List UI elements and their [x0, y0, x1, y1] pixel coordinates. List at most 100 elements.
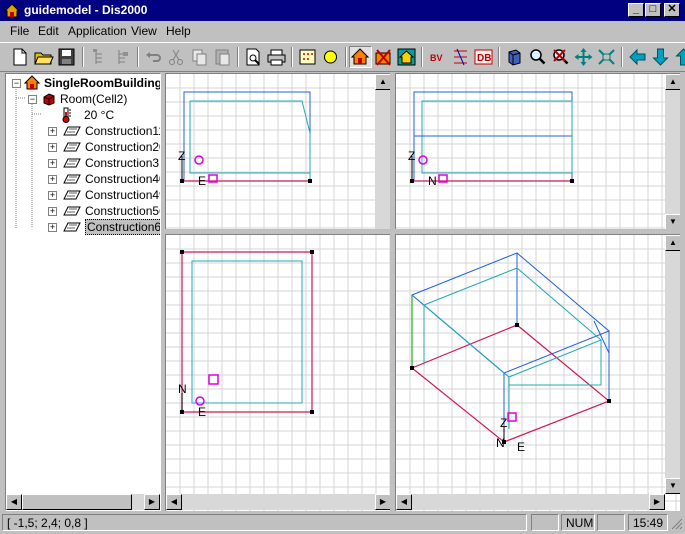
- tree-item-construction-selected[interactable]: + Construction6(F: [6, 219, 160, 235]
- scroll-thumb[interactable]: [22, 494, 132, 510]
- tree-item-construction[interactable]: + Construction40(: [6, 171, 160, 187]
- tree-item-construction[interactable]: + Construction56(: [6, 203, 160, 219]
- viewport-side[interactable]: Z N ▲ ▼: [395, 73, 680, 229]
- tree-collapse-icon[interactable]: [111, 46, 134, 68]
- tree-item-root[interactable]: − SingleRoomBuilding: [6, 75, 161, 91]
- scroll-left-button[interactable]: ◀: [166, 494, 182, 510]
- zoom-icon[interactable]: [526, 46, 549, 68]
- close-button[interactable]: ✕: [664, 3, 680, 17]
- expand-toggle[interactable]: +: [48, 191, 57, 200]
- model-tree: − SingleRoomBuilding − Room(Cell2) 20 °C…: [5, 73, 161, 511]
- menu-file[interactable]: File: [10, 24, 29, 38]
- bv-tool-icon[interactable]: BV: [426, 46, 449, 68]
- new-file-icon[interactable]: [8, 46, 31, 68]
- window-title: guidemodel - Dis2000: [24, 3, 148, 17]
- collapse-toggle[interactable]: −: [12, 79, 21, 88]
- menu-view[interactable]: View: [131, 24, 157, 38]
- dots-tool-icon[interactable]: [296, 46, 319, 68]
- tree-label-construction: Construction113: [85, 124, 160, 138]
- axis-label-e: E: [198, 174, 207, 188]
- resize-grip-icon[interactable]: [670, 517, 683, 530]
- viewport-front-canvas: [166, 74, 390, 229]
- print-icon[interactable]: [265, 46, 288, 68]
- scroll-up-button[interactable]: ▲: [665, 74, 680, 90]
- arrow-up-icon[interactable]: [672, 46, 685, 68]
- copy-icon[interactable]: [188, 46, 211, 68]
- building-view-button[interactable]: [349, 46, 372, 68]
- status-num-indicator: NUM: [561, 514, 595, 531]
- tree-item-construction[interactable]: + Construction31(: [6, 155, 160, 171]
- house-icon: [350, 48, 370, 65]
- expand-toggle[interactable]: +: [48, 127, 57, 136]
- scroll-left-button[interactable]: ◀: [396, 494, 412, 510]
- fit-view-icon[interactable]: [595, 46, 618, 68]
- wall-panel-icon: [63, 142, 81, 152]
- collapse-toggle[interactable]: −: [28, 95, 37, 104]
- menu-edit[interactable]: Edit: [38, 24, 59, 38]
- expand-toggle[interactable]: +: [48, 159, 57, 168]
- expand-toggle[interactable]: +: [48, 223, 57, 232]
- viewport-3d-hscrollbar[interactable]: ◀ ▶: [396, 494, 665, 510]
- viewport-side-canvas: [396, 74, 680, 229]
- viewport-plan-scrollbar[interactable]: ◀ ▶: [166, 494, 390, 510]
- tree-expand-icon[interactable]: [88, 46, 111, 68]
- tree-item-temperature[interactable]: 20 °C: [6, 107, 160, 123]
- tree-label-temperature: 20 °C: [84, 108, 115, 122]
- minimize-button[interactable]: _: [628, 3, 644, 17]
- thermometer-icon: [62, 107, 71, 123]
- tree-item-construction[interactable]: + Construction113: [6, 123, 160, 139]
- maximize-button[interactable]: □: [645, 3, 661, 17]
- viewport-3d[interactable]: Z N E ▲ ▼ ◀ ▶: [395, 234, 680, 511]
- status-empty-panel: [531, 514, 559, 531]
- scroll-right-button[interactable]: ▶: [649, 494, 665, 510]
- scroll-down-button[interactable]: ▼: [665, 478, 680, 494]
- delete-element-icon[interactable]: [372, 46, 395, 68]
- save-icon[interactable]: [55, 46, 78, 68]
- print-preview-icon[interactable]: [242, 46, 265, 68]
- scroll-down-button[interactable]: ▼: [665, 214, 680, 229]
- status-empty-panel: [597, 514, 625, 531]
- tree-label-root: SingleRoomBuilding: [44, 76, 161, 90]
- tree-item-construction[interactable]: + Construction20(: [6, 139, 160, 155]
- zoom-reset-icon[interactable]: [549, 46, 572, 68]
- viewport-side-scrollbar[interactable]: ▲ ▼: [665, 74, 680, 229]
- open-folder-icon[interactable]: [32, 46, 55, 68]
- tree-label-construction: Construction40(: [85, 172, 160, 186]
- room-box-icon: [43, 93, 55, 106]
- database-icon[interactable]: DB: [472, 46, 495, 68]
- tree-item-room[interactable]: − Room(Cell2): [6, 91, 160, 107]
- scroll-left-button[interactable]: ◀: [6, 494, 22, 510]
- viewport-front[interactable]: Z E ▲: [165, 73, 390, 229]
- expand-toggle[interactable]: +: [48, 207, 57, 216]
- cut-icon[interactable]: [165, 46, 188, 68]
- tree-label-construction: Construction20(: [85, 140, 160, 154]
- expand-toggle[interactable]: +: [48, 175, 57, 184]
- 3d-box-icon[interactable]: [503, 46, 526, 68]
- viewport-3d-vscrollbar[interactable]: ▲ ▼: [665, 235, 680, 494]
- viewport-plan[interactable]: N E ◀ ▶: [165, 234, 390, 511]
- house-icon: [24, 75, 40, 90]
- viewport-3d-canvas: [396, 235, 680, 511]
- tree-label-construction: Construction56(: [85, 204, 160, 218]
- paste-icon[interactable]: [211, 46, 234, 68]
- house-window-icon[interactable]: [395, 46, 418, 68]
- expand-toggle[interactable]: +: [48, 143, 57, 152]
- scroll-right-button[interactable]: ▶: [144, 494, 160, 510]
- scroll-up-button[interactable]: ▲: [375, 74, 390, 90]
- scroll-right-button[interactable]: ▶: [375, 494, 390, 510]
- undo-icon[interactable]: [142, 46, 165, 68]
- tree-horizontal-scrollbar[interactable]: ◀ ▶: [6, 494, 160, 510]
- axis-label-z: Z: [500, 416, 508, 430]
- menu-application[interactable]: Application: [68, 24, 127, 38]
- toolbar: BV DB: [0, 42, 685, 72]
- scroll-up-button[interactable]: ▲: [665, 235, 680, 251]
- axis-label-e: E: [517, 440, 526, 454]
- menu-help[interactable]: Help: [166, 24, 191, 38]
- pan-icon[interactable]: [572, 46, 595, 68]
- arrow-left-icon[interactable]: [626, 46, 649, 68]
- zone-tool-icon[interactable]: [449, 46, 472, 68]
- circle-tool-icon[interactable]: [319, 46, 342, 68]
- viewport-front-scrollbar[interactable]: ▲: [375, 74, 390, 229]
- tree-item-construction[interactable]: + Construction49(: [6, 187, 160, 203]
- arrow-down-icon[interactable]: [649, 46, 672, 68]
